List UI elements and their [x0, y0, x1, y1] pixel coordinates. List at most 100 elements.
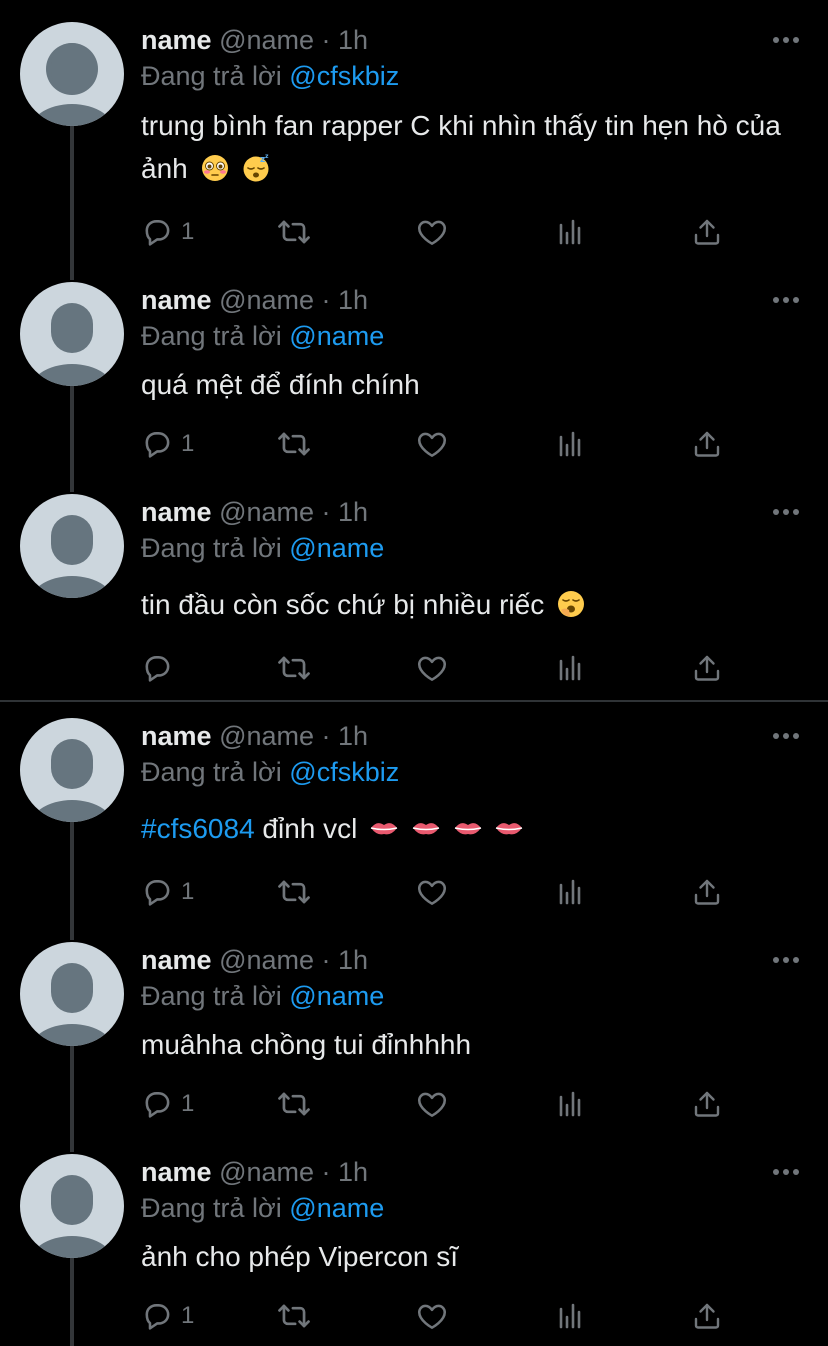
- share-button[interactable]: [691, 212, 723, 252]
- retweet-button[interactable]: [275, 872, 313, 912]
- mention-link[interactable]: @name: [289, 533, 384, 563]
- hashtag-link[interactable]: #cfs6084: [141, 813, 255, 844]
- user-handle[interactable]: @name: [219, 25, 314, 55]
- more-options-icon[interactable]: [772, 1166, 800, 1178]
- timestamp[interactable]: · 1h: [322, 497, 369, 527]
- tweet[interactable]: name @name · 1h Đang trả lời @name tin đ…: [0, 472, 828, 700]
- share-button[interactable]: [691, 1296, 723, 1336]
- view-stats-button[interactable]: [555, 872, 585, 912]
- display-name[interactable]: name: [141, 285, 212, 315]
- like-button[interactable]: [415, 424, 449, 464]
- avatar[interactable]: [20, 1154, 124, 1258]
- display-name[interactable]: name: [141, 25, 212, 55]
- share-button[interactable]: [691, 1084, 723, 1124]
- reply-button[interactable]: [141, 648, 181, 688]
- heart-icon: [417, 432, 447, 457]
- like-button[interactable]: [415, 648, 449, 688]
- reply-count: 1: [181, 430, 195, 457]
- retweet-button[interactable]: [275, 212, 313, 252]
- timestamp[interactable]: · 1h: [322, 25, 369, 55]
- timestamp[interactable]: · 1h: [322, 945, 369, 975]
- more-options-icon[interactable]: [772, 294, 800, 306]
- mention-link[interactable]: @name: [289, 981, 384, 1011]
- like-button[interactable]: [415, 872, 449, 912]
- mention-link[interactable]: @cfskbiz: [289, 61, 399, 91]
- tweet-text-content: trung bình fan rapper C khi nhìn thấy ti…: [141, 110, 781, 184]
- share-icon: [694, 1091, 720, 1117]
- tweet[interactable]: name @name · 1h Đang trả lời @cfskbiz #c…: [0, 696, 828, 940]
- more-options-icon[interactable]: [772, 34, 800, 46]
- tweet-header: name @name · 1h: [141, 23, 368, 57]
- tweet-text: ảnh cho phép Vipercon sĩ: [141, 1235, 806, 1278]
- lips-icon: [454, 823, 481, 835]
- tweet-header: name @name · 1h: [141, 1155, 368, 1189]
- like-button[interactable]: [415, 212, 449, 252]
- reply-button[interactable]: 1: [141, 212, 194, 252]
- retweet-button[interactable]: [275, 1296, 313, 1336]
- retweet-icon: [278, 1304, 310, 1328]
- timestamp[interactable]: · 1h: [322, 1157, 369, 1187]
- timestamp[interactable]: · 1h: [322, 721, 369, 751]
- share-icon: [694, 655, 720, 681]
- flushed-face-icon: [201, 155, 228, 181]
- mention-link[interactable]: @cfskbiz: [289, 757, 399, 787]
- user-handle[interactable]: @name: [219, 945, 314, 975]
- reply-button[interactable]: 1: [141, 424, 194, 464]
- retweet-button[interactable]: [275, 648, 313, 688]
- tweet[interactable]: name @name · 1h Đang trả lời @name muâhh…: [0, 920, 828, 1152]
- avatar[interactable]: [20, 718, 124, 822]
- retweet-button[interactable]: [275, 424, 313, 464]
- like-button[interactable]: [415, 1296, 449, 1336]
- view-stats-button[interactable]: [555, 648, 585, 688]
- tweet[interactable]: name @name · 1h Đang trả lời @name ảnh c…: [0, 1132, 828, 1346]
- more-options-icon[interactable]: [772, 506, 800, 518]
- view-stats-button[interactable]: [555, 212, 585, 252]
- like-button[interactable]: [415, 1084, 449, 1124]
- share-button[interactable]: [691, 424, 723, 464]
- retweet-icon: [278, 880, 310, 904]
- tweet-actions: 1: [141, 1296, 741, 1336]
- tweet-actions: 1: [141, 872, 741, 912]
- user-handle[interactable]: @name: [219, 1157, 314, 1187]
- more-options-icon[interactable]: [772, 730, 800, 742]
- lips-icon: [496, 823, 523, 835]
- replying-label: Đang trả lời: [141, 757, 282, 787]
- share-button[interactable]: [691, 648, 723, 688]
- reply-button[interactable]: 1: [141, 1084, 194, 1124]
- avatar[interactable]: [20, 942, 124, 1046]
- stats-icon: [559, 219, 581, 245]
- timestamp[interactable]: · 1h: [322, 285, 369, 315]
- svg-text:z: z: [265, 153, 269, 160]
- display-name[interactable]: name: [141, 1157, 212, 1187]
- user-handle[interactable]: @name: [219, 497, 314, 527]
- tweet-text: quá mệt để đính chính: [141, 363, 806, 406]
- tweet-actions: 1: [141, 212, 741, 252]
- user-handle[interactable]: @name: [219, 721, 314, 751]
- user-handle[interactable]: @name: [219, 285, 314, 315]
- tweet-actions: 1: [141, 424, 741, 464]
- retweet-button[interactable]: [275, 1084, 313, 1124]
- mention-link[interactable]: @name: [289, 321, 384, 351]
- mention-link[interactable]: @name: [289, 1193, 384, 1223]
- display-name[interactable]: name: [141, 945, 212, 975]
- tweet[interactable]: name @name · 1h Đang trả lời @name quá m…: [0, 260, 828, 492]
- avatar[interactable]: [20, 22, 124, 126]
- more-options-icon[interactable]: [772, 954, 800, 966]
- replying-to: Đang trả lời @cfskbiz: [141, 755, 399, 789]
- display-name[interactable]: name: [141, 497, 212, 527]
- stats-icon: [559, 431, 581, 457]
- tweet[interactable]: name @name · 1h Đang trả lời @cfskbiz tr…: [0, 0, 828, 280]
- reply-button[interactable]: 1: [141, 872, 194, 912]
- share-button[interactable]: [691, 872, 723, 912]
- reply-button[interactable]: 1: [141, 1296, 194, 1336]
- replying-label: Đang trả lời: [141, 61, 282, 91]
- tweet-text-content: muâhha chồng tui đỉnhhhh: [141, 1029, 472, 1060]
- avatar[interactable]: [20, 494, 124, 598]
- view-stats-button[interactable]: [555, 1084, 585, 1124]
- reply-count: 1: [181, 1302, 195, 1329]
- replying-label: Đang trả lời: [141, 321, 282, 351]
- avatar[interactable]: [20, 282, 124, 386]
- view-stats-button[interactable]: [555, 424, 585, 464]
- view-stats-button[interactable]: [555, 1296, 585, 1336]
- display-name[interactable]: name: [141, 721, 212, 751]
